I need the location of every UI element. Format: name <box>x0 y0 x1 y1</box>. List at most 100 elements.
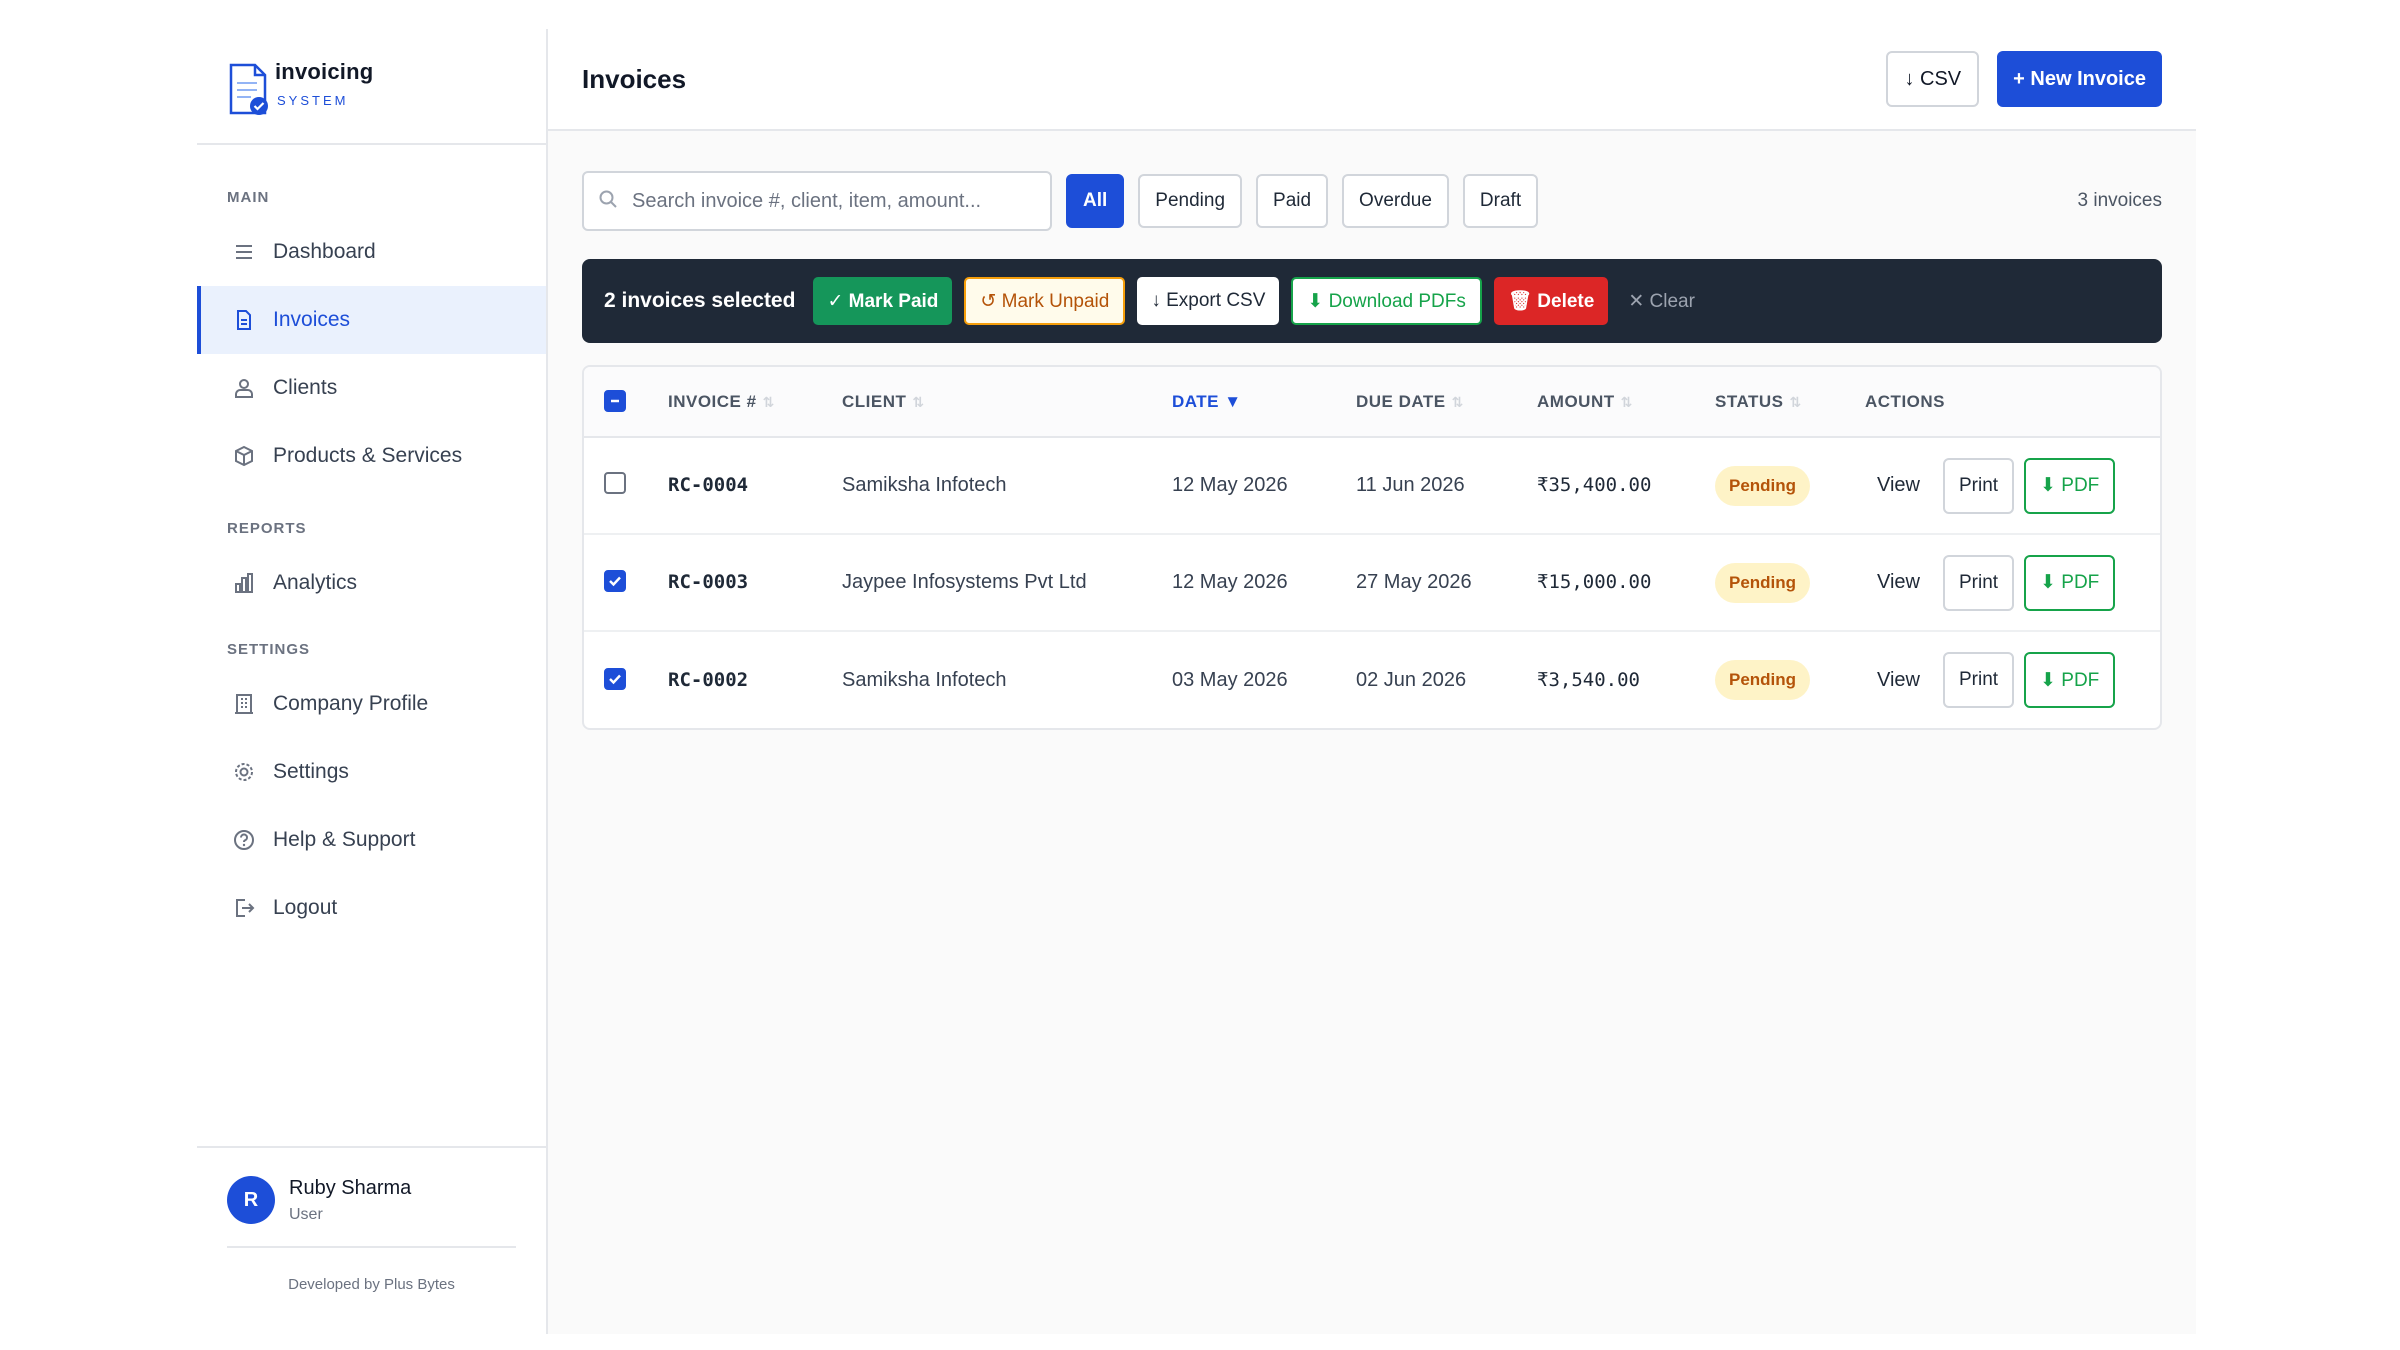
sidebar-item-company-profile[interactable]: Company Profile <box>197 670 546 738</box>
sidebar-item-help[interactable]: Help & Support <box>197 806 546 874</box>
filter-chip-all[interactable]: All <box>1066 174 1125 228</box>
user-profile[interactable]: R Ruby Sharma User <box>197 1148 546 1224</box>
print-button[interactable]: Print <box>1943 554 2015 611</box>
brand[interactable]: invoicing SYSTEM <box>197 29 546 145</box>
invoice-number[interactable]: RC-0003 <box>668 571 748 593</box>
section-label-main: MAIN <box>227 189 270 206</box>
filter-chip-paid[interactable]: Paid <box>1256 174 1329 228</box>
column-due-date[interactable]: DUE DATE ⇅ <box>1356 367 1537 438</box>
brand-subtitle: SYSTEM <box>277 92 349 108</box>
user-block: R Ruby Sharma User Developed by Plus Byt… <box>197 1146 546 1334</box>
due-date: 02 Jun 2026 <box>1356 668 1467 691</box>
view-button[interactable]: View <box>1877 474 1933 497</box>
sort-icon: ⇅ <box>1451 393 1464 410</box>
invoice-date: 03 May 2026 <box>1172 668 1288 691</box>
mark-paid-button[interactable]: ✓ Mark Paid <box>813 277 953 325</box>
column-status[interactable]: STATUS ⇅ <box>1715 367 1865 438</box>
sidebar: invoicing SYSTEM MAIN Dashboard Invoices… <box>197 29 548 1334</box>
column-client[interactable]: CLIENT ⇅ <box>842 367 1172 438</box>
sidebar-item-invoices[interactable]: Invoices <box>197 286 546 354</box>
topbar: Invoices ↓ CSV + New Invoice <box>548 29 2196 131</box>
row-checkbox[interactable] <box>604 570 626 592</box>
filter-row: All Pending Paid Overdue Draft 3 invoice… <box>582 171 2162 231</box>
invoice-count: 3 invoices <box>2077 190 2163 211</box>
sidebar-item-label: Analytics <box>273 571 358 594</box>
pdf-button[interactable]: ⬇ PDF <box>2024 554 2116 611</box>
column-label: CLIENT <box>842 391 907 411</box>
filter-chip-draft[interactable]: Draft <box>1462 174 1539 228</box>
sidebar-item-products[interactable]: Products & Services <box>197 422 546 490</box>
column-label: STATUS <box>1715 391 1784 411</box>
invoice-logo-icon <box>227 61 271 117</box>
sort-icon: ⇅ <box>1620 393 1633 410</box>
divider <box>227 1246 516 1248</box>
due-date: 11 Jun 2026 <box>1356 437 1537 535</box>
sort-icon: ⇅ <box>912 393 925 410</box>
mark-unpaid-button[interactable]: ↺ Mark Unpaid <box>964 277 1126 325</box>
pdf-button[interactable]: ⬇ PDF <box>2024 457 2116 514</box>
gear-icon <box>231 759 257 785</box>
app-shell: invoicing SYSTEM MAIN Dashboard Invoices… <box>197 29 2196 1334</box>
sidebar-item-label: Help & Support <box>273 828 416 851</box>
checkmark-icon <box>609 674 621 684</box>
sidebar-item-label: Company Profile <box>273 692 429 715</box>
print-button[interactable]: Print <box>1943 652 2015 708</box>
invoice-date: 12 May 2026 <box>1172 437 1356 535</box>
row-select-cell <box>584 534 668 632</box>
document-icon <box>231 307 257 333</box>
pdf-button[interactable]: ⬇ PDF <box>2024 652 2116 708</box>
sidebar-item-dashboard[interactable]: Dashboard <box>197 218 546 286</box>
search-box <box>582 171 1052 231</box>
sidebar-item-settings[interactable]: Settings <box>197 738 546 806</box>
invoice-date: 12 May 2026 <box>1172 534 1356 632</box>
page-title: Invoices <box>582 63 687 94</box>
row-checkbox[interactable] <box>604 471 626 494</box>
export-csv-button[interactable]: ↓ Export CSV <box>1137 277 1280 325</box>
sort-icon: ⇅ <box>1789 393 1802 410</box>
print-button[interactable]: Print <box>1943 457 2015 514</box>
filter-chip-overdue[interactable]: Overdue <box>1342 174 1449 228</box>
status-badge: Pending <box>1715 562 1811 603</box>
client-name: Jaypee Infosystems Pvt Ltd <box>842 534 1172 632</box>
select-all-cell <box>584 367 668 438</box>
client-name: Samiksha Infotech <box>842 437 1172 535</box>
search-input[interactable] <box>632 189 1036 213</box>
table-row[interactable]: RC-0002 Samiksha Infotech 03 May 2026 02… <box>584 631 2160 728</box>
row-checkbox[interactable] <box>604 667 626 690</box>
status-badge: Pending <box>1715 660 1811 700</box>
sidebar-item-label: Dashboard <box>273 240 376 263</box>
building-icon <box>231 691 257 717</box>
table-header-row: INVOICE # ⇅ CLIENT ⇅ DATE ▼ DUE DATE ⇅ AMOU… <box>584 367 2160 438</box>
invoice-number[interactable]: RC-0004 <box>668 474 748 496</box>
new-invoice-button[interactable]: + New Invoice <box>1997 51 2162 107</box>
column-label: ACTIONS <box>1865 391 1945 411</box>
filter-chip-pending[interactable]: Pending <box>1138 174 1243 228</box>
sidebar-item-analytics[interactable]: Analytics <box>197 549 546 617</box>
column-invoice-number[interactable]: INVOICE # ⇅ <box>668 367 842 438</box>
status-badge: Pending <box>1715 465 1811 506</box>
menu-icon <box>231 239 257 265</box>
delete-button[interactable]: 🗑 Delete <box>1493 277 1609 325</box>
table-row[interactable]: RC-0004 Samiksha Infotech 12 May 2026 11… <box>584 437 2160 535</box>
invoice-number[interactable]: RC-0002 <box>668 669 748 691</box>
invoice-amount: ₹3,540.00 <box>1537 668 1640 691</box>
user-name: Ruby Sharma <box>289 1176 412 1199</box>
section-label-settings: SETTINGS <box>227 641 311 658</box>
bar-chart-icon <box>231 570 257 596</box>
clear-selection-button[interactable]: ✕ Clear <box>1620 277 1703 325</box>
download-pdfs-button[interactable]: ⬇ Download PDFs <box>1291 277 1482 325</box>
column-date[interactable]: DATE ▼ <box>1172 367 1356 438</box>
invoice-table: INVOICE # ⇅ CLIENT ⇅ DATE ▼ DUE DATE ⇅ AMOU… <box>584 367 2160 728</box>
csv-export-button[interactable]: ↓ CSV <box>1886 51 1980 107</box>
sidebar-item-clients[interactable]: Clients <box>197 354 546 422</box>
view-button[interactable]: View <box>1877 669 1933 692</box>
sidebar-item-label: Logout <box>273 896 338 919</box>
column-amount[interactable]: AMOUNT ⇅ <box>1537 367 1715 438</box>
sidebar-item-logout[interactable]: Logout <box>197 874 546 942</box>
main-content: Invoices ↓ CSV + New Invoice All Pending… <box>548 29 2196 1334</box>
table-row[interactable]: RC-0003 Jaypee Infosystems Pvt Ltd 12 Ma… <box>584 534 2160 632</box>
help-icon <box>231 827 257 853</box>
search-icon <box>598 189 618 214</box>
select-all-checkbox[interactable] <box>604 390 626 412</box>
view-button[interactable]: View <box>1877 571 1933 594</box>
